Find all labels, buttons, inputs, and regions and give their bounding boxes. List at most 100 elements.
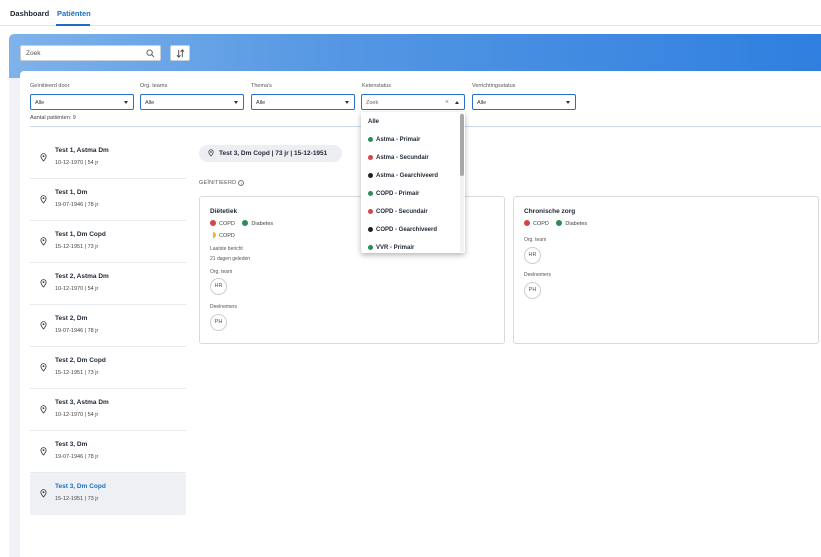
patient-meta: 15-12-1951 | 73 jr [55, 496, 99, 502]
dropdown-option[interactable]: COPD - Secundair [361, 204, 459, 222]
info-icon[interactable]: i [238, 180, 245, 186]
caret-down-icon [345, 101, 349, 104]
sort-button[interactable] [170, 45, 190, 61]
filter-value: Alle [256, 100, 266, 106]
caret-down-icon [124, 101, 128, 104]
tag-row: COPD Diabetes [210, 220, 279, 227]
dropdown-scrollbar-thumb[interactable] [460, 114, 464, 176]
location-pin-icon [40, 153, 47, 162]
patient-name: Test 1, Dm Copd [55, 231, 106, 238]
patient-meta: 15-12-1951 | 73 jr [55, 370, 99, 376]
caret-down-icon [566, 101, 570, 104]
option-label: VVR - Primair [376, 245, 415, 251]
option-label: Astma - Secundair [376, 155, 429, 161]
patient-meta: 10-12-1970 | 54 jr [55, 412, 99, 418]
selected-patient-label: Test 3, Dm Copd | 73 jr | 15-12-1951 [219, 150, 328, 157]
filter-select-verrichtingsstatus[interactable]: Alle [472, 94, 576, 110]
org-team-label: Org. team [524, 237, 547, 243]
filter-value: Alle [35, 100, 45, 106]
option-label: Astma - Gearchiveerd [376, 173, 439, 179]
members-label: Deelnemers [524, 272, 551, 278]
dropdown-option[interactable]: Astma - Gearchiveerd [361, 168, 459, 186]
status-dot [368, 227, 373, 232]
avatar: HR [524, 247, 541, 264]
list-item[interactable]: Test 3, Dm 19-07-1946 | 78 jr [30, 431, 186, 473]
top-navigation: Dashboard Patiënten [0, 0, 821, 26]
section-title: GEÏNITIEERD i [199, 180, 245, 186]
avatar: PH [210, 314, 227, 331]
search-input[interactable]: Zoek [26, 50, 40, 57]
status-dot [368, 155, 373, 160]
active-tab-indicator [56, 24, 90, 26]
caret-up-icon [455, 101, 459, 104]
tag-label: Diabetes [251, 221, 274, 227]
filter-label-verrichtingsstatus: Verrichtingsstatus [472, 83, 516, 89]
status-dot [368, 137, 373, 142]
program-card-chronische-zorg[interactable]: Chronische zorg COPD Diabetes Org. team … [513, 196, 819, 344]
option-label: Astma - Primair [376, 137, 421, 143]
patient-name: Test 3, Dm [55, 441, 88, 448]
dropdown-option[interactable]: VVR - Primair [361, 240, 459, 253]
search-icon[interactable] [146, 49, 155, 58]
dropdown-option[interactable]: Astma - Primair [361, 132, 459, 150]
search-box[interactable]: Zoek [20, 45, 161, 61]
patient-name: Test 2, Dm Copd [55, 357, 106, 364]
location-pin-icon [40, 237, 47, 246]
patient-name: Test 1, Dm [55, 189, 88, 196]
list-item[interactable]: Test 3, Astma Dm 10-12-1970 | 54 jr [30, 389, 186, 431]
status-dot [242, 220, 249, 226]
list-item[interactable]: Test 1, Astma Dm 10-12-1970 | 54 jr [30, 137, 186, 179]
last-message-value: 21 dagen geleden [210, 256, 251, 262]
status-dot [556, 220, 563, 226]
status-dot [368, 245, 373, 250]
filter-select-ketenstatus[interactable]: Zoek × [361, 94, 465, 110]
dropdown-option[interactable]: Astma - Secundair [361, 150, 459, 168]
list-item[interactable]: Test 1, Dm Copd 15-12-1951 | 73 jr [30, 221, 186, 263]
location-pin-icon [40, 321, 47, 330]
tag-label: Diabetes [565, 221, 588, 227]
tab-patienten[interactable]: Patiënten [57, 9, 91, 18]
status-dot [210, 220, 216, 226]
dropdown-option[interactable]: COPD - Primair [361, 186, 459, 204]
filter-value: Alle [477, 100, 487, 106]
half-dot-icon [213, 232, 216, 238]
tag-label: COPD [219, 233, 235, 239]
status-dot [368, 191, 373, 196]
dropdown-option[interactable]: COPD - Gearchiveerd [361, 222, 459, 240]
tag-label: COPD [219, 221, 235, 227]
ketenstatus-search-input[interactable]: Zoek [366, 100, 378, 106]
org-team-label: Org. team [210, 269, 233, 275]
filter-select-themas[interactable]: Alle [251, 94, 355, 110]
filter-label-org-teams: Org. teams [140, 83, 168, 89]
filter-select-geinitieerd[interactable]: Alle [30, 94, 134, 110]
selected-patient-chip: Test 3, Dm Copd | 73 jr | 15-12-1951 [199, 145, 342, 162]
clear-icon[interactable]: × [445, 99, 449, 106]
card-title: Diëtetiek [210, 208, 238, 215]
avatar: PH [524, 282, 541, 299]
list-item-selected[interactable]: Test 3, Dm Copd 15-12-1951 | 73 jr [30, 473, 186, 515]
filter-select-org-teams[interactable]: Alle [140, 94, 244, 110]
last-message-label: Laatste bericht [210, 246, 243, 252]
list-item[interactable]: Test 2, Dm Copd 15-12-1951 | 73 jr [30, 347, 186, 389]
list-item[interactable]: Test 2, Astma Dm 10-12-1970 | 54 jr [30, 263, 186, 305]
patient-name: Test 3, Astma Dm [55, 399, 109, 406]
filter-value: Alle [145, 100, 155, 106]
status-dot [368, 209, 373, 214]
patient-name: Test 3, Dm Copd [55, 483, 106, 490]
patient-name: Test 1, Astma Dm [55, 147, 109, 154]
status-dot [524, 220, 530, 226]
status-dot [368, 173, 373, 178]
card-title: Chronische zorg [524, 208, 576, 215]
dropdown-option-alle[interactable]: Alle [361, 114, 459, 132]
patient-meta: 10-12-1970 | 54 jr [55, 286, 99, 292]
patient-name: Test 2, Dm [55, 315, 88, 322]
location-pin-icon [40, 279, 47, 288]
location-pin-icon [208, 149, 214, 157]
patient-count: Aantal patiënten: 9 [30, 115, 76, 121]
list-item[interactable]: Test 2, Dm 19-07-1946 | 78 jr [30, 305, 186, 347]
patient-meta: 10-12-1970 | 54 jr [55, 160, 99, 166]
sort-icon [176, 49, 185, 58]
tag-label: COPD [533, 221, 549, 227]
list-item[interactable]: Test 1, Dm 19-07-1946 | 78 jr [30, 179, 186, 221]
tab-dashboard[interactable]: Dashboard [10, 9, 49, 18]
